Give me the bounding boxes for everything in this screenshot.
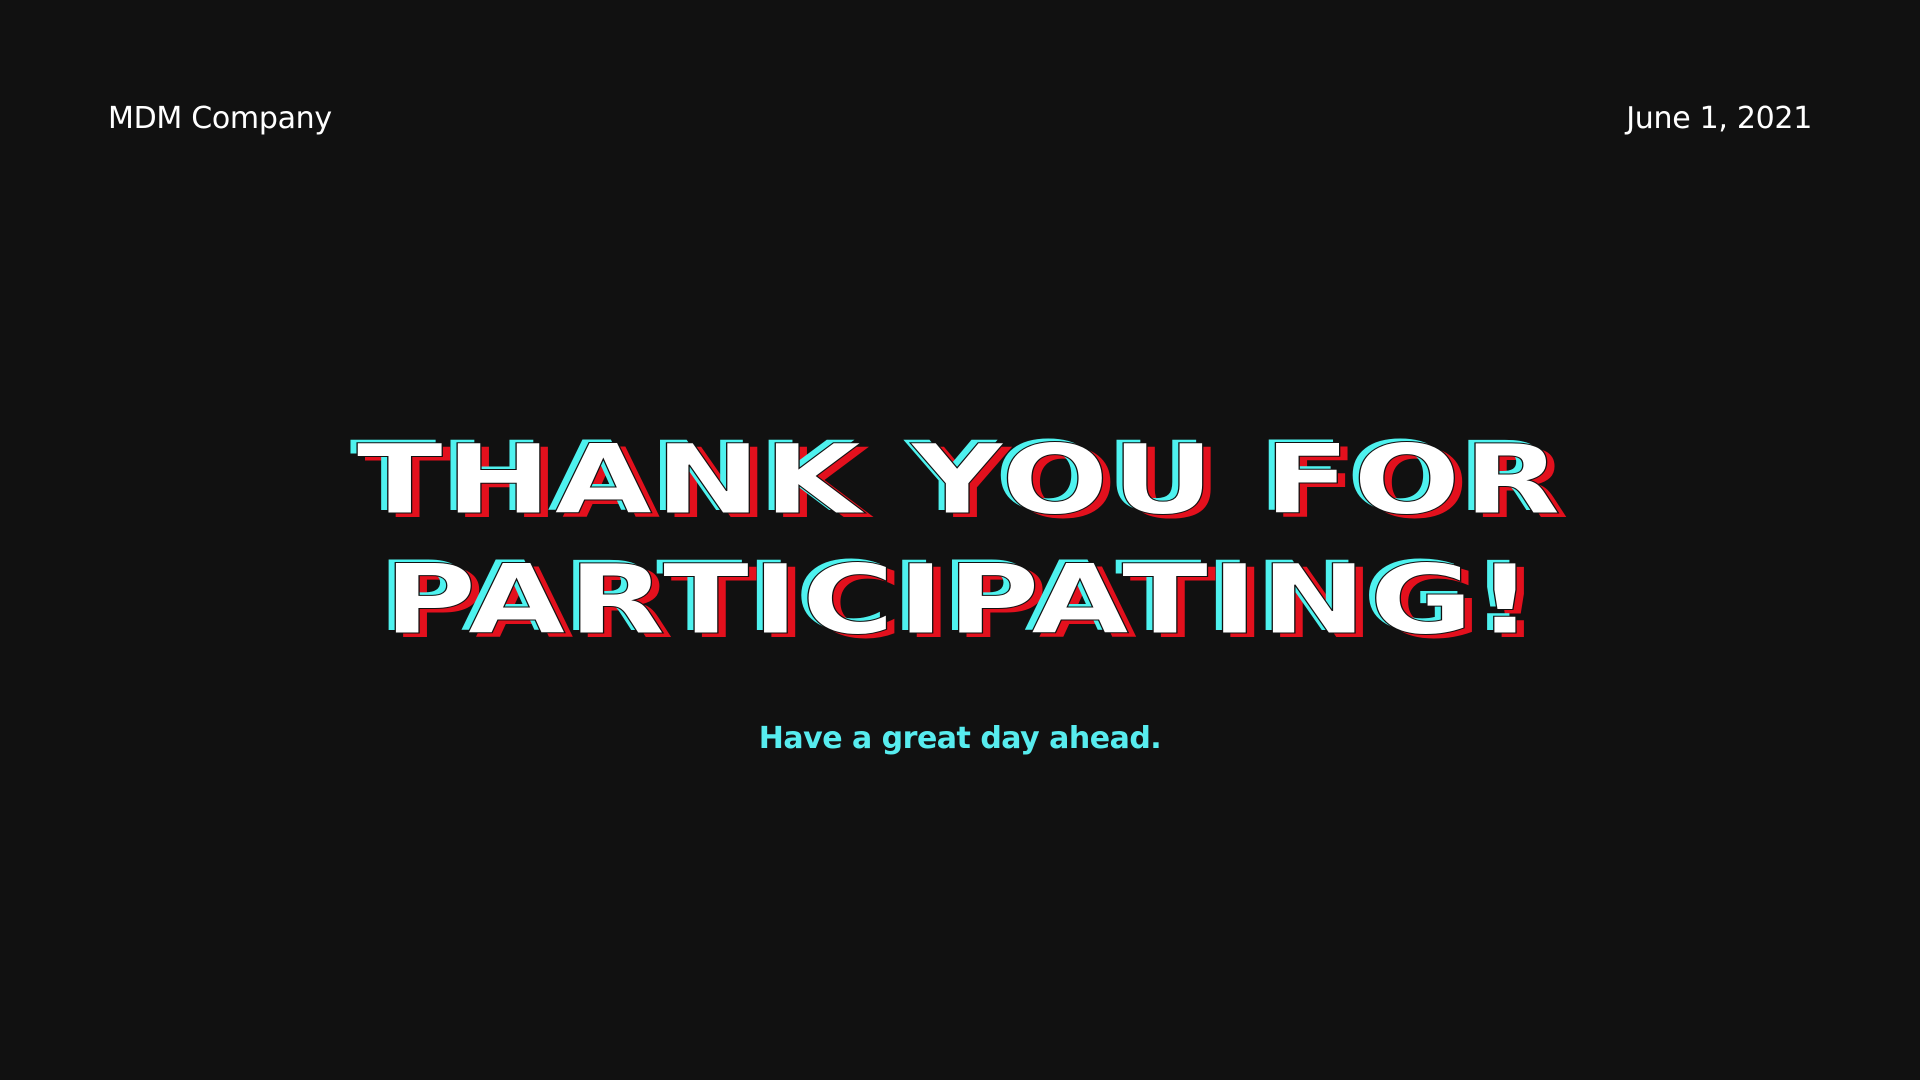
headline-line-2: PARTICIPATING! [383,544,1537,657]
tagline: Have a great day ahead. [758,721,1162,756]
company-name: MDM Company [108,101,332,136]
headline: THANK YOU FOR PARTICIPATING! [0,420,1920,660]
headline-line-1: THANK YOU FOR [356,424,1564,537]
thank-you-slide: MDM Company June 1, 2021 THANK YOU FOR P… [0,0,1920,1080]
slide-date: June 1, 2021 [1626,101,1812,136]
